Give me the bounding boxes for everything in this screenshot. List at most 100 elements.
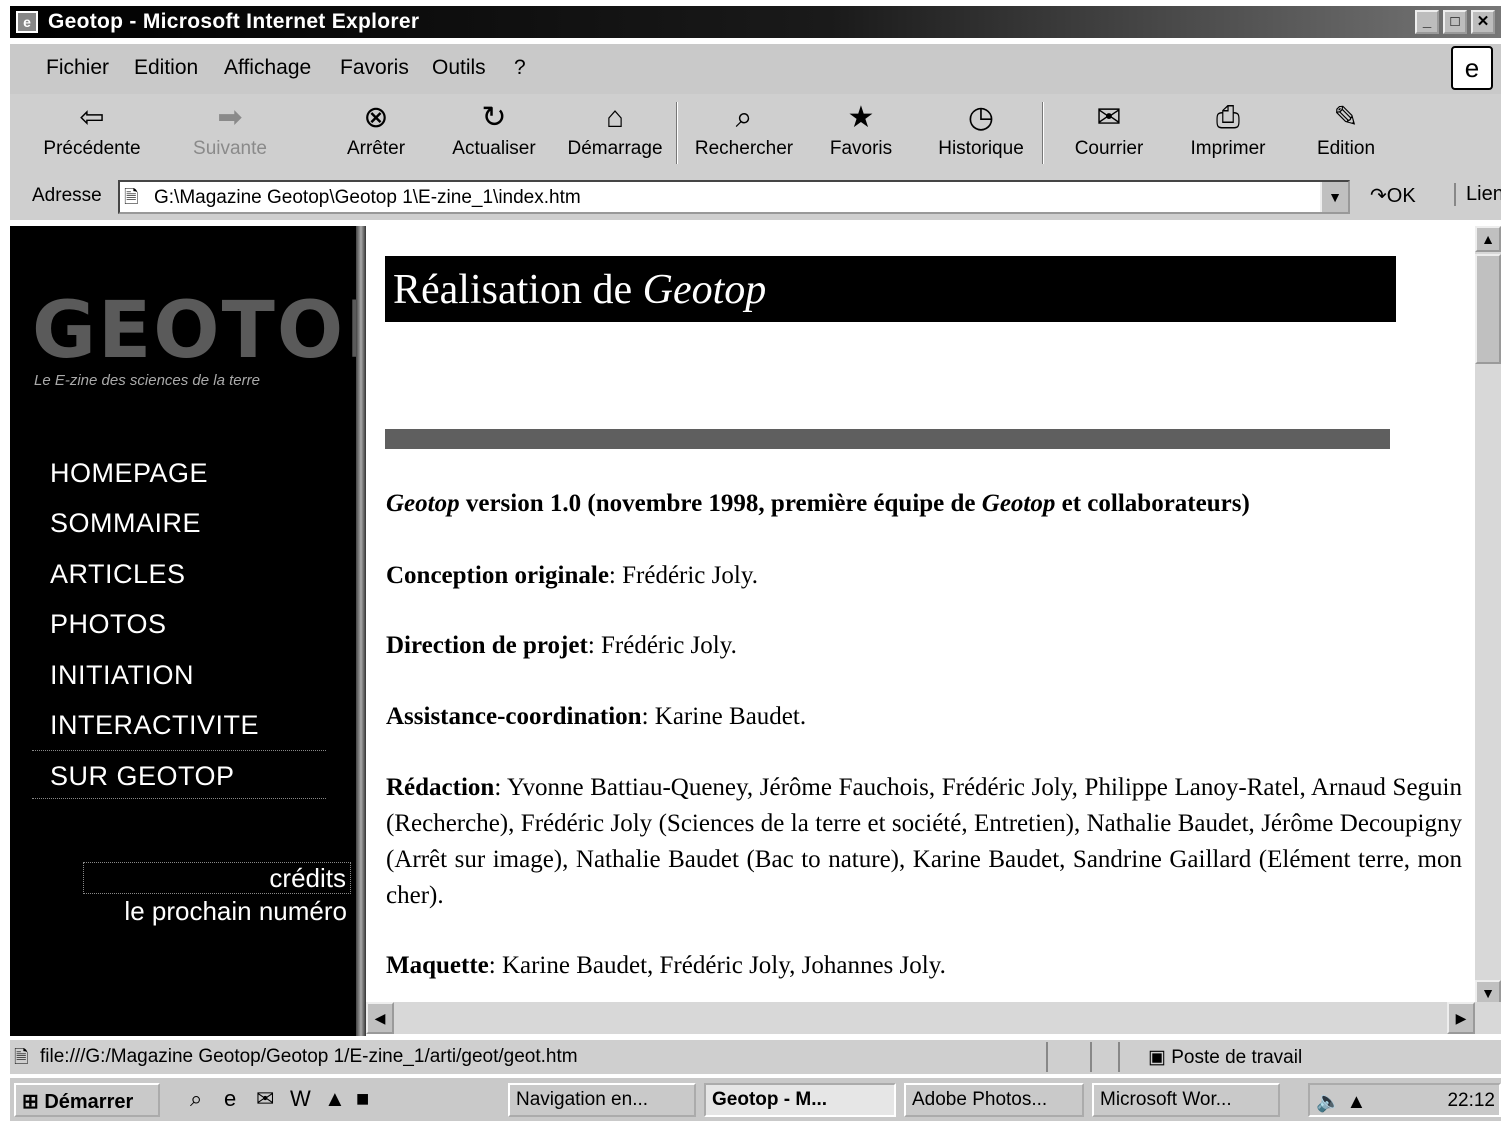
- quicklaunch-photoshop-icon[interactable]: ■: [356, 1086, 369, 1112]
- title-bar: e Geotop - Microsoft Internet Explorer _…: [10, 6, 1501, 38]
- scroll-up-icon[interactable]: ▲: [1475, 226, 1501, 252]
- mail-icon: ✉: [1096, 101, 1122, 134]
- menu-help[interactable]: ?: [514, 56, 526, 80]
- scroll-left-icon[interactable]: ◀: [366, 1002, 394, 1034]
- page-title-em: Geotop: [642, 267, 767, 313]
- home-button[interactable]: ⌂ Démarrage: [562, 98, 668, 168]
- favorites-label: Favoris: [829, 138, 893, 159]
- frame-divider[interactable]: [356, 226, 366, 1036]
- scroll-thumb[interactable]: [1475, 254, 1501, 364]
- clock: 22:12: [1447, 1090, 1495, 1111]
- taskbar: ⊞ Démarrer ⌕ e ✉ W ▲ ■ Navigation en... …: [10, 1078, 1501, 1121]
- credit-label: Conception originale: [386, 562, 609, 589]
- address-bar: Adresse 🗎 G:\Magazine Geotop\Geotop 1\E-…: [10, 174, 1501, 220]
- search-button[interactable]: ⌕ Rechercher: [686, 98, 802, 168]
- back-label: Précédente: [43, 138, 141, 159]
- forward-arrow-icon: ➡: [217, 101, 243, 134]
- page-title-prefix: Réalisation de: [393, 267, 643, 313]
- home-label: Démarrage: [567, 138, 663, 159]
- history-button[interactable]: ◷ Historique: [934, 98, 1028, 168]
- go-button[interactable]: ↷OK: [1370, 183, 1416, 208]
- menu-affichage[interactable]: Affichage: [224, 56, 311, 80]
- printer-icon: ⎙: [1216, 101, 1240, 134]
- address-label: Adresse: [32, 185, 102, 206]
- forward-button[interactable]: ➡ Suivante: [180, 98, 280, 168]
- edit-button[interactable]: ✎ Edition: [1312, 98, 1380, 168]
- stop-label: Arrêter: [346, 138, 406, 159]
- menu-fichier[interactable]: Fichier: [46, 56, 109, 80]
- window-title: Geotop - Microsoft Internet Explorer: [48, 10, 420, 33]
- task-photoshop[interactable]: Adobe Photos...: [904, 1083, 1084, 1117]
- credit-value: : Karine Baudet.: [641, 703, 807, 730]
- maximize-button[interactable]: □: [1443, 10, 1467, 34]
- credits-link[interactable]: crédits: [83, 862, 351, 894]
- site-sidebar: GEOTOP Le E-zine des sciences de la terr…: [10, 226, 402, 1036]
- version-text-1: version 1.0 (novembre 1998, première équ…: [459, 490, 982, 517]
- mail-label: Courrier: [1074, 138, 1144, 159]
- quicklaunch-mail-icon[interactable]: ✉: [256, 1086, 274, 1112]
- horizontal-scrollbar[interactable]: ◀ ▶: [366, 1002, 1501, 1034]
- credit-label: Rédaction: [386, 774, 495, 801]
- quicklaunch-word-icon[interactable]: W: [290, 1086, 311, 1112]
- menu-edition[interactable]: Edition: [134, 56, 198, 80]
- vertical-scrollbar[interactable]: ▲ ▼: [1475, 226, 1501, 1006]
- go-arrow-icon: ↷: [1370, 185, 1387, 207]
- address-url: G:\Magazine Geotop\Geotop 1\E-zine_1\ind…: [154, 187, 581, 208]
- history-icon: ◷: [967, 101, 995, 134]
- history-label: Historique: [938, 138, 1024, 159]
- nav-photos[interactable]: PHOTOS: [50, 609, 167, 640]
- nav-articles[interactable]: ARTICLES: [50, 559, 186, 590]
- start-button[interactable]: ⊞ Démarrer: [14, 1083, 160, 1117]
- page-icon: 🗎: [14, 1047, 29, 1067]
- status-separator: [1090, 1042, 1092, 1072]
- status-separator: [1118, 1042, 1120, 1072]
- ie-window-icon[interactable]: e: [16, 11, 38, 33]
- edit-icon: ✎: [1333, 101, 1359, 134]
- chevron-down-icon[interactable]: ▼: [1320, 182, 1348, 212]
- address-input[interactable]: 🗎 G:\Magazine Geotop\Geotop 1\E-zine_1\i…: [118, 180, 1350, 214]
- nav-interactivite[interactable]: INTERACTIVITE: [50, 710, 259, 741]
- version-em-2: Geotop: [981, 490, 1056, 517]
- nav-divider: [32, 798, 326, 799]
- print-button[interactable]: ⎙ Imprimer: [1188, 98, 1268, 168]
- home-icon: ⌂: [605, 101, 625, 134]
- credit-label: Direction de projet: [386, 632, 588, 659]
- menu-favoris[interactable]: Favoris: [340, 56, 409, 80]
- windows-logo-icon: ⊞: [22, 1091, 45, 1113]
- quicklaunch-acrobat-icon[interactable]: ▲: [324, 1086, 346, 1112]
- nav-homepage[interactable]: HOMEPAGE: [50, 458, 208, 489]
- favorites-button[interactable]: ★ Favoris: [824, 98, 898, 168]
- favorites-folder-icon: ★: [847, 101, 875, 134]
- links-button[interactable]: Liens: [1454, 183, 1501, 206]
- menu-bar: Fichier Edition Affichage Favoris Outils…: [10, 44, 1501, 94]
- stop-button[interactable]: ⊗ Arrêter: [340, 98, 412, 168]
- ie-throbber-icon: e: [1451, 46, 1493, 90]
- refresh-icon: ↻: [481, 101, 507, 134]
- nav-sommaire[interactable]: SOMMAIRE: [50, 508, 201, 539]
- nav-divider: [32, 750, 326, 751]
- go-label: OK: [1386, 185, 1416, 207]
- minimize-button[interactable]: _: [1415, 10, 1439, 34]
- nav-initiation[interactable]: INITIATION: [50, 660, 194, 691]
- quicklaunch-ie-icon[interactable]: e: [224, 1086, 236, 1112]
- task-geotop[interactable]: Geotop - M...: [704, 1083, 896, 1117]
- task-navigation[interactable]: Navigation en...: [508, 1083, 696, 1117]
- next-issue-link[interactable]: le prochain numéro: [85, 896, 351, 927]
- geotop-logo[interactable]: GEOTOP: [32, 286, 404, 376]
- menu-outils[interactable]: Outils: [432, 56, 486, 80]
- page-title: Réalisation de Geotop: [385, 256, 1396, 322]
- page-icon: 🗎: [124, 187, 139, 207]
- task-word[interactable]: Microsoft Wor...: [1092, 1083, 1280, 1117]
- tray-volume-icon[interactable]: 🔈 ▲: [1316, 1089, 1366, 1114]
- scroll-right-icon[interactable]: ▶: [1447, 1002, 1475, 1034]
- stop-icon: ⊗: [363, 101, 389, 134]
- back-button[interactable]: ⇦ Précédente: [36, 98, 148, 168]
- close-button[interactable]: ✕: [1471, 10, 1495, 34]
- page-content: Réalisation de Geotop Geotop version 1.0…: [366, 226, 1475, 1006]
- nav-sur-geotop[interactable]: SUR GEOTOP: [50, 761, 235, 792]
- mail-button[interactable]: ✉ Courrier: [1072, 98, 1146, 168]
- refresh-button[interactable]: ↻ Actualiser: [446, 98, 542, 168]
- credit-entry: Direction de projet: Frédéric Joly.: [386, 628, 1462, 664]
- quicklaunch-search-icon[interactable]: ⌕: [190, 1086, 202, 1112]
- security-zone-label: Poste de travail: [1171, 1047, 1303, 1068]
